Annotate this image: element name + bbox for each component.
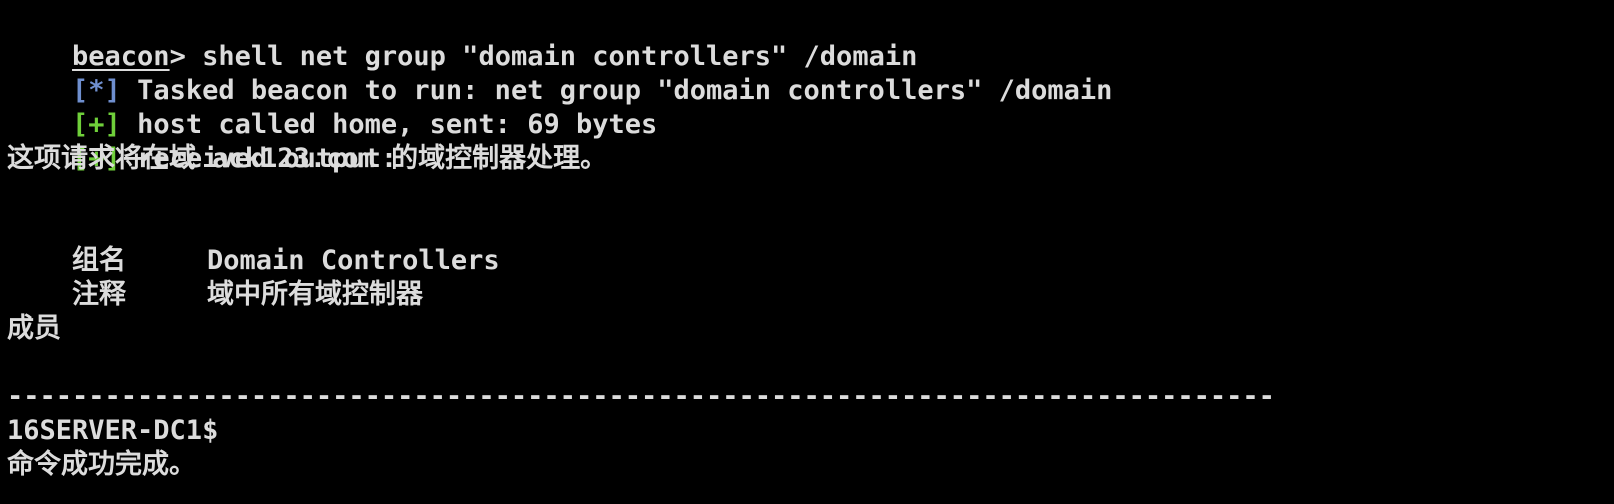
- group-name-label: 组名: [72, 245, 127, 276]
- prompt-name: beacon: [72, 41, 170, 72]
- group-name-value: Domain Controllers: [207, 245, 500, 276]
- completion-message: 命令成功完成。: [7, 449, 196, 480]
- info-tag: [*]: [72, 75, 121, 106]
- comment-label: 注释: [72, 279, 127, 310]
- separator-line: ----------------------------------------…: [7, 381, 1277, 412]
- prompt-symbol: >: [169, 41, 186, 72]
- log-text: host called home, sent: 69 bytes: [120, 109, 658, 140]
- command-prompt-line: beacon> shell net group "domain controll…: [7, 6, 1614, 72]
- log-text: Tasked beacon to run: net group "domain …: [120, 75, 1113, 106]
- beacon-console[interactable]: beacon> shell net group "domain controll…: [0, 0, 1614, 504]
- success-tag: [+]: [72, 109, 121, 140]
- output-intro: 这项请求将在域 ack123.com 的域控制器处理。: [7, 143, 608, 174]
- prompt-command: shell net group "domain controllers" /do…: [185, 41, 918, 72]
- members-label: 成员: [7, 313, 61, 344]
- member-entry: 16SERVER-DC1$: [7, 415, 219, 446]
- comment-value: 域中所有域控制器: [207, 279, 424, 310]
- group-name-row: 组名 Domain Controllers: [7, 210, 1614, 276]
